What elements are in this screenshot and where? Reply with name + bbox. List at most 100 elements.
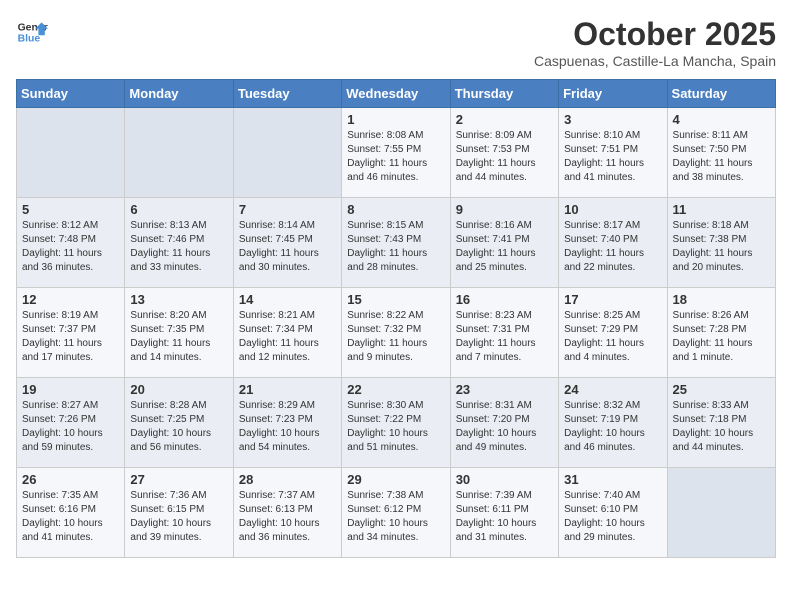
day-info: Sunrise: 8:15 AM Sunset: 7:43 PM Dayligh… [347,219,444,275]
day-number: 17 [564,292,661,307]
calendar-week-4: 26Sunrise: 7:35 AM Sunset: 6:16 PM Dayli… [17,468,776,558]
day-number: 1 [347,112,444,127]
page-header: General Blue October 2025 Caspuenas, Cas… [16,16,776,69]
calendar-cell: 23Sunrise: 8:31 AM Sunset: 7:20 PM Dayli… [450,378,558,468]
day-number: 28 [239,472,336,487]
day-info: Sunrise: 8:20 AM Sunset: 7:35 PM Dayligh… [130,309,227,365]
day-info: Sunrise: 8:09 AM Sunset: 7:53 PM Dayligh… [456,129,553,185]
day-info: Sunrise: 7:36 AM Sunset: 6:15 PM Dayligh… [130,489,227,545]
calendar-cell: 15Sunrise: 8:22 AM Sunset: 7:32 PM Dayli… [342,288,450,378]
calendar-cell: 21 Sunrise: 8:29 AM Sunset: 7:23 PM Dayli… [233,378,341,468]
weekday-tuesday: Tuesday [233,80,341,108]
location: Caspuenas, Castille-La Mancha, Spain [534,53,776,69]
day-info: Sunrise: 7:37 AM Sunset: 6:13 PM Dayligh… [239,489,336,545]
day-info: Sunrise: 8:17 AM Sunset: 7:40 PM Dayligh… [564,219,661,275]
day-number: 9 [456,202,553,217]
day-number: 18 [673,292,770,307]
day-info: Sunrise: 8:13 AM Sunset: 7:46 PM Dayligh… [130,219,227,275]
calendar-cell: 19Sunrise: 8:27 AM Sunset: 7:26 PM Dayli… [17,378,125,468]
calendar-cell: 24Sunrise: 8:32 AM Sunset: 7:19 PM Dayli… [559,378,667,468]
day-info: Sunrise: 8:08 AM Sunset: 7:55 PM Dayligh… [347,129,444,185]
day-info: Sunrise: 8:19 AM Sunset: 7:37 PM Dayligh… [22,309,119,365]
calendar-week-1: 5 Sunrise: 8:12 AM Sunset: 7:48 PM Daylig… [17,198,776,288]
day-number: 22 [347,382,444,397]
weekday-friday: Friday [559,80,667,108]
weekday-sunday: Sunday [17,80,125,108]
calendar-cell: 1 Sunrise: 8:08 AM Sunset: 7:55 PM Daylig… [342,108,450,198]
calendar-cell: 28 Sunrise: 7:37 AM Sunset: 6:13 PM Dayli… [233,468,341,558]
calendar-cell: 31Sunrise: 7:40 AM Sunset: 6:10 PM Dayli… [559,468,667,558]
day-info: Sunrise: 8:21 AM Sunset: 7:34 PM Dayligh… [239,309,336,365]
day-number: 19 [22,382,119,397]
weekday-header-row: SundayMondayTuesdayWednesdayThursdayFrid… [17,80,776,108]
day-info: Sunrise: 8:10 AM Sunset: 7:51 PM Dayligh… [564,129,661,185]
day-number: 15 [347,292,444,307]
calendar-cell: 8Sunrise: 8:15 AM Sunset: 7:43 PM Daylig… [342,198,450,288]
day-number: 21 [239,382,336,397]
day-number: 25 [673,382,770,397]
calendar-cell: 3 Sunrise: 8:10 AM Sunset: 7:51 PM Daylig… [559,108,667,198]
day-number: 6 [130,202,227,217]
day-number: 2 [456,112,553,127]
calendar-cell: 17Sunrise: 8:25 AM Sunset: 7:29 PM Dayli… [559,288,667,378]
day-info: Sunrise: 8:23 AM Sunset: 7:31 PM Dayligh… [456,309,553,365]
day-number: 30 [456,472,553,487]
day-number: 13 [130,292,227,307]
weekday-thursday: Thursday [450,80,558,108]
day-info: Sunrise: 7:35 AM Sunset: 6:16 PM Dayligh… [22,489,119,545]
svg-text:Blue: Blue [18,34,41,45]
calendar-week-3: 19Sunrise: 8:27 AM Sunset: 7:26 PM Dayli… [17,378,776,468]
calendar-cell: 18 Sunrise: 8:26 AM Sunset: 7:28 PM Dayli… [667,288,775,378]
day-info: Sunrise: 8:11 AM Sunset: 7:50 PM Dayligh… [673,129,770,185]
day-number: 20 [130,382,227,397]
day-info: Sunrise: 8:28 AM Sunset: 7:25 PM Dayligh… [130,399,227,455]
calendar-week-0: 1 Sunrise: 8:08 AM Sunset: 7:55 PM Daylig… [17,108,776,198]
day-info: Sunrise: 7:39 AM Sunset: 6:11 PM Dayligh… [456,489,553,545]
weekday-saturday: Saturday [667,80,775,108]
calendar-week-2: 12 Sunrise: 8:19 AM Sunset: 7:37 PM Dayli… [17,288,776,378]
month-title: October 2025 [534,16,776,53]
calendar-cell: 4 Sunrise: 8:11 AM Sunset: 7:50 PM Daylig… [667,108,775,198]
logo-icon: General Blue [16,16,48,48]
day-number: 27 [130,472,227,487]
day-number: 12 [22,292,119,307]
calendar-cell [667,468,775,558]
day-number: 5 [22,202,119,217]
title-block: October 2025 Caspuenas, Castille-La Manc… [534,16,776,69]
calendar-cell: 26Sunrise: 7:35 AM Sunset: 6:16 PM Dayli… [17,468,125,558]
calendar-cell: 11Sunrise: 8:18 AM Sunset: 7:38 PM Dayli… [667,198,775,288]
day-info: Sunrise: 7:40 AM Sunset: 6:10 PM Dayligh… [564,489,661,545]
calendar-cell: 7Sunrise: 8:14 AM Sunset: 7:45 PM Daylig… [233,198,341,288]
day-info: Sunrise: 8:12 AM Sunset: 7:48 PM Dayligh… [22,219,119,275]
calendar-cell: 9Sunrise: 8:16 AM Sunset: 7:41 PM Daylig… [450,198,558,288]
day-number: 29 [347,472,444,487]
day-number: 24 [564,382,661,397]
calendar-cell: 20 Sunrise: 8:28 AM Sunset: 7:25 PM Dayli… [125,378,233,468]
day-info: Sunrise: 8:29 AM Sunset: 7:23 PM Dayligh… [239,399,336,455]
calendar-table: SundayMondayTuesdayWednesdayThursdayFrid… [16,79,776,558]
calendar-cell: 29 Sunrise: 7:38 AM Sunset: 6:12 PM Dayli… [342,468,450,558]
weekday-monday: Monday [125,80,233,108]
day-number: 3 [564,112,661,127]
day-info: Sunrise: 8:31 AM Sunset: 7:20 PM Dayligh… [456,399,553,455]
calendar-cell: 27 Sunrise: 7:36 AM Sunset: 6:15 PM Dayli… [125,468,233,558]
weekday-wednesday: Wednesday [342,80,450,108]
calendar-body: 1 Sunrise: 8:08 AM Sunset: 7:55 PM Daylig… [17,108,776,558]
day-number: 11 [673,202,770,217]
logo: General Blue [16,16,48,48]
day-info: Sunrise: 8:30 AM Sunset: 7:22 PM Dayligh… [347,399,444,455]
calendar-cell: 10Sunrise: 8:17 AM Sunset: 7:40 PM Dayli… [559,198,667,288]
day-number: 7 [239,202,336,217]
calendar-cell: 6 Sunrise: 8:13 AM Sunset: 7:46 PM Daylig… [125,198,233,288]
day-number: 14 [239,292,336,307]
day-number: 4 [673,112,770,127]
day-number: 16 [456,292,553,307]
day-info: Sunrise: 8:26 AM Sunset: 7:28 PM Dayligh… [673,309,770,365]
day-info: Sunrise: 8:33 AM Sunset: 7:18 PM Dayligh… [673,399,770,455]
day-info: Sunrise: 7:38 AM Sunset: 6:12 PM Dayligh… [347,489,444,545]
calendar-cell: 2 Sunrise: 8:09 AM Sunset: 7:53 PM Daylig… [450,108,558,198]
calendar-cell: 30 Sunrise: 7:39 AM Sunset: 6:11 PM Dayli… [450,468,558,558]
calendar-cell: 13 Sunrise: 8:20 AM Sunset: 7:35 PM Dayli… [125,288,233,378]
calendar-cell: 12 Sunrise: 8:19 AM Sunset: 7:37 PM Dayli… [17,288,125,378]
calendar-cell: 16 Sunrise: 8:23 AM Sunset: 7:31 PM Dayli… [450,288,558,378]
